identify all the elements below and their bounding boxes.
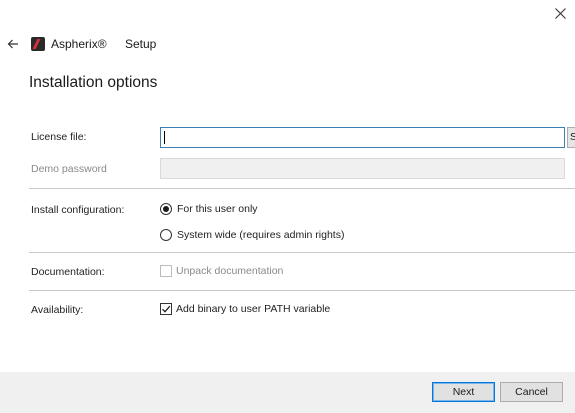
demo-password-input — [160, 158, 565, 179]
cancel-button[interactable]: Cancel — [500, 382, 563, 402]
next-button[interactable]: Next — [432, 382, 495, 402]
close-icon — [555, 7, 566, 19]
radio-option-system[interactable]: System wide (requires admin rights) — [160, 229, 344, 241]
unpack-documentation-option: Unpack documentation — [160, 265, 283, 277]
radio-label: For this user only — [177, 203, 258, 215]
install-configuration-label: Install configuration: — [31, 204, 125, 216]
app-name: Aspherix® — [51, 37, 107, 51]
app-logo — [31, 37, 45, 51]
license-file-label: License file: — [31, 131, 87, 143]
documentation-label: Documentation: — [31, 266, 105, 278]
close-button[interactable] — [546, 0, 575, 26]
demo-password-label: Demo password — [31, 163, 107, 175]
availability-label: Availability: — [31, 304, 84, 316]
divider — [29, 252, 575, 253]
checkmark-icon — [162, 305, 171, 313]
window-title: Setup — [125, 37, 157, 51]
checkbox-label: Add binary to user PATH variable — [176, 303, 331, 315]
radio-option-user[interactable]: For this user only — [160, 203, 258, 215]
checkbox-label: Unpack documentation — [176, 265, 284, 277]
radio-label: System wide (requires admin rights) — [177, 229, 345, 241]
radio-button[interactable] — [160, 203, 172, 215]
divider — [29, 290, 575, 291]
checkbox — [160, 265, 172, 277]
browse-button[interactable]: S — [567, 127, 575, 148]
arrow-left-icon — [7, 39, 18, 49]
path-variable-option[interactable]: Add binary to user PATH variable — [160, 303, 330, 315]
back-button[interactable] — [2, 33, 24, 55]
divider — [29, 188, 575, 189]
text-caret — [164, 131, 165, 144]
page-title: Installation options — [29, 74, 158, 91]
radio-button[interactable] — [160, 229, 172, 241]
license-file-input[interactable] — [160, 127, 565, 148]
checkbox[interactable] — [160, 303, 172, 315]
